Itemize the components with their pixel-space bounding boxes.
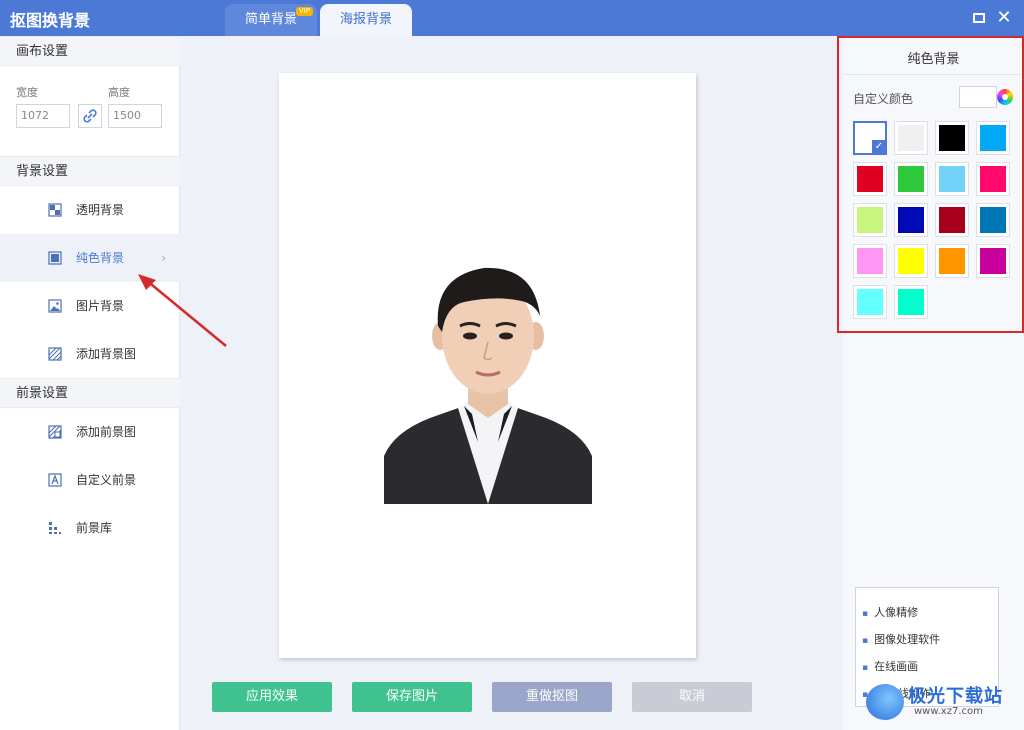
menu-label: 添加前景图 (76, 425, 137, 439)
width-label: 宽度 (16, 86, 38, 99)
tab-poster-background[interactable]: 海报背景 (320, 4, 412, 36)
popup-item[interactable]: 在线画画 (862, 658, 918, 674)
close-icon: ✕ (996, 7, 1012, 28)
menu-label: 前景库 (76, 521, 113, 535)
transparent-bg-icon (48, 203, 62, 217)
menu-label: 添加背景图 (76, 347, 137, 361)
left-panel: 画布设置 宽度 1072 高度 1500 背景设置 透明背景 纯色背景 › 图片… (0, 36, 180, 730)
portrait-photo (384, 267, 592, 504)
height-input[interactable]: 1500 (108, 104, 162, 128)
height-label: 高度 (108, 86, 130, 99)
tab-label: 简单背景 (244, 12, 297, 27)
foreground-settings-header: 前景设置 (0, 378, 180, 408)
watermark-logo-icon (866, 684, 904, 720)
add-fg-image-icon (48, 425, 62, 439)
watermark: 极光下载站 www.xz7.com (866, 682, 1016, 722)
app-title: 抠图换背景 (10, 11, 91, 30)
link-icon (83, 109, 97, 123)
custom-fg-icon (48, 473, 62, 487)
menu-label: 自定义前景 (76, 473, 137, 487)
title-bar: 抠图换背景 简单背景 VIP 海报背景 ✕ (0, 0, 1024, 36)
highlight-box (837, 36, 1024, 333)
popup-item[interactable]: 人像精修 (862, 604, 918, 620)
popup-item[interactable]: 图像处理软件 (862, 631, 940, 647)
canvas-settings-header: 画布设置 (0, 36, 180, 66)
link-ratio-button[interactable] (78, 104, 102, 128)
menu-label: 透明背景 (76, 203, 125, 217)
menu-item-add-fg-image[interactable]: 添加前景图 (0, 408, 180, 456)
background-settings-header: 背景设置 (0, 156, 180, 186)
annotation-arrow (138, 274, 227, 347)
width-input[interactable]: 1072 (16, 104, 70, 128)
menu-label: 图片背景 (76, 299, 125, 313)
add-bg-image-icon (48, 347, 62, 361)
redo-cutout-button[interactable]: 重做抠图 (492, 682, 612, 712)
watermark-url: www.xz7.com (914, 706, 983, 717)
watermark-text: 极光下载站 (908, 686, 1003, 707)
cancel-button[interactable]: 取消 (632, 682, 752, 712)
vip-badge: VIP (295, 7, 313, 16)
tab-simple-background[interactable]: 简单背景 VIP (225, 4, 317, 36)
solid-bg-icon (48, 251, 62, 265)
close-button[interactable]: ✕ (995, 9, 1013, 27)
maximize-icon (973, 13, 985, 23)
image-bg-icon (48, 299, 62, 313)
menu-label: 纯色背景 (76, 251, 125, 265)
menu-item-custom-fg[interactable]: 自定义前景 (0, 456, 180, 504)
maximize-button[interactable] (971, 9, 989, 27)
save-image-button[interactable]: 保存图片 (352, 682, 472, 712)
menu-item-fg-library[interactable]: 前景库 (0, 504, 180, 552)
menu-item-transparent-bg[interactable]: 透明背景 (0, 186, 180, 234)
fg-library-icon (49, 522, 61, 534)
apply-effect-button[interactable]: 应用效果 (212, 682, 332, 712)
preview-canvas (279, 73, 696, 658)
